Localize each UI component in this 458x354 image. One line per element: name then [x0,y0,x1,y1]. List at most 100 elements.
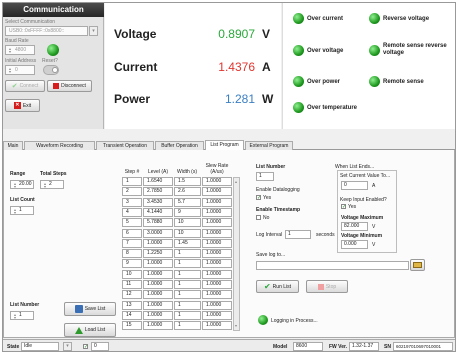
level-cell[interactable]: 1.0000 [143,238,173,248]
slew-rate-cell[interactable]: 1.0000 [202,290,232,300]
slew-rate-cell[interactable]: 1.0000 [202,321,232,331]
width-cell[interactable]: 1.45 [174,238,201,248]
width-cell[interactable]: 1 [174,280,201,289]
level-cell[interactable]: 1.2250 [143,249,173,259]
total-steps-value: 2 [49,181,52,187]
width-cell[interactable]: 1 [174,259,201,269]
slew-rate-cell[interactable]: 1.0000 [202,269,232,279]
width-cell[interactable]: 1 [174,290,201,300]
spinner-icon[interactable]: ▴ ▾ [12,182,18,189]
slew-rate-cell[interactable]: 1.0000 [202,238,232,248]
level-cell[interactable]: 1.0000 [143,290,173,300]
voltage-max-field[interactable]: 82.000 [341,222,368,231]
slew-rate-cell[interactable]: 1.0000 [202,300,232,310]
slew-rate-cell[interactable]: 1.0000 [202,207,232,217]
exit-button[interactable]: ✕ Exit [5,99,40,112]
total-steps-field[interactable]: ▴ ▾ 2 [40,180,64,189]
slew-rate-cell[interactable]: 1.0000 [202,177,232,186]
width-cell[interactable]: 9 [174,207,201,217]
tab-main[interactable]: Main [3,141,23,150]
voltage-value: 0.8907 [218,27,255,41]
width-cell[interactable]: 1 [174,310,201,320]
disconnect-button[interactable]: Disconnect [47,80,92,92]
spinner-icon[interactable]: ▴ ▾ [12,313,18,320]
width-cell[interactable]: 5.7 [174,197,201,207]
slew-rate-cell[interactable]: 1.0000 [202,197,232,207]
level-cell[interactable]: 1.0000 [143,269,173,279]
level-cell[interactable]: 1.0000 [143,321,173,331]
level-cell[interactable]: 1.0000 [143,259,173,269]
log-interval-field[interactable]: 1 [285,230,311,239]
level-cell[interactable]: 3.0000 [143,228,173,238]
remote-sense-reverse-label: Remote sense reverse voltage [383,43,447,56]
initial-address-label: Initial Address [5,58,37,64]
width-cell[interactable]: 1.5 [174,177,201,186]
width-cell[interactable]: 1 [174,269,201,279]
slew-rate-cell[interactable]: 1.0000 [202,310,232,320]
tab-transient-operation[interactable]: Transient Operation [96,141,154,150]
load-list-button[interactable]: Load List [64,323,116,337]
scroll-down-icon[interactable]: ▾ [235,323,238,329]
reset-label: Reset? [42,58,58,64]
range-field[interactable]: ▴ ▾ 20.00 [10,180,34,189]
spinner-icon[interactable]: ▴ ▾ [7,67,13,74]
voltage-min-field[interactable]: 0.000 [341,240,368,249]
browse-folder-button[interactable] [410,259,425,271]
chevron-down-icon[interactable]: ▾ [63,342,72,351]
save-log-path-field[interactable] [256,261,409,270]
table-scrollbar[interactable]: ▴ ▾ [233,177,240,331]
scroll-up-icon[interactable]: ▴ [235,179,238,185]
save-list-button[interactable]: Save List [64,302,116,316]
step-cell: 13 [122,300,142,310]
level-cell[interactable]: 5.7880 [143,218,173,228]
width-cell[interactable]: 10 [174,218,201,228]
stop-button[interactable]: Stop [306,280,348,293]
list-count-field[interactable]: ▴ ▾ 1 [10,206,34,215]
step-cell: 11 [122,280,142,289]
chevron-down-icon[interactable]: ▾ [89,26,98,36]
width-cell[interactable]: 1 [174,249,201,259]
power-label: Power [114,92,151,106]
right-list-number-field[interactable]: 1 [256,172,274,181]
spinner-icon[interactable]: ▴ ▾ [12,208,18,215]
set-current-field[interactable]: 0 [341,181,368,190]
slew-rate-cell[interactable]: 1.0000 [202,259,232,269]
sn-label: SN [384,344,391,350]
initial-address-field[interactable]: ▴ ▾ 0 [5,65,35,75]
slew-rate-cell[interactable]: 1.0000 [202,187,232,197]
reset-toggle[interactable] [43,65,59,75]
slew-rate-cell[interactable]: 1.0000 [202,228,232,238]
width-cell[interactable]: 2.6 [174,187,201,197]
level-cell[interactable]: 1.0000 [143,310,173,320]
level-cell[interactable]: 2.7850 [143,187,173,197]
connect-button[interactable]: ✔ Connect [5,80,45,92]
tab-external-program[interactable]: External Program [245,141,293,150]
width-cell[interactable]: 1 [174,321,201,331]
tab-buffer-operation[interactable]: Buffer Operation [155,141,204,150]
level-cell[interactable]: 1.6540 [143,177,173,186]
status-checkbox[interactable]: ✓ [83,344,88,350]
tab-waveform-recording[interactable]: Waveform Recording [24,141,95,150]
exit-label: Exit [22,102,32,109]
tab-list-program[interactable]: List Program [205,140,244,150]
slew-rate-cell[interactable]: 1.0000 [202,280,232,289]
spinner-icon[interactable]: ▴ ▾ [42,182,48,189]
keep-input-checkbox[interactable]: ✓ [341,204,346,210]
timestamp-checkbox[interactable] [256,215,261,220]
state-label: State [7,344,20,350]
level-cell[interactable]: 4.1440 [143,207,173,217]
run-list-button[interactable]: ✔ Run List [256,280,299,293]
datalogging-checkbox[interactable]: ✓ [256,195,261,201]
baud-rate-field[interactable]: ▴ ▾ 4800 [5,45,35,55]
slew-rate-cell[interactable]: 1.0000 [202,249,232,259]
select-communication-dropdown[interactable]: USB0::0xFFFF::0x8800:: [5,26,88,36]
width-cell[interactable]: 10 [174,228,201,238]
width-cell[interactable]: 1 [174,300,201,310]
slew-rate-cell[interactable]: 1.0000 [202,218,232,228]
connection-status-led [47,44,59,56]
level-cell[interactable]: 1.0000 [143,280,173,289]
level-cell[interactable]: 1.0000 [143,300,173,310]
level-cell[interactable]: 3.4530 [143,197,173,207]
list-number-field[interactable]: ▴ ▾ 1 [10,311,34,320]
spinner-icon[interactable]: ▴ ▾ [7,47,13,54]
